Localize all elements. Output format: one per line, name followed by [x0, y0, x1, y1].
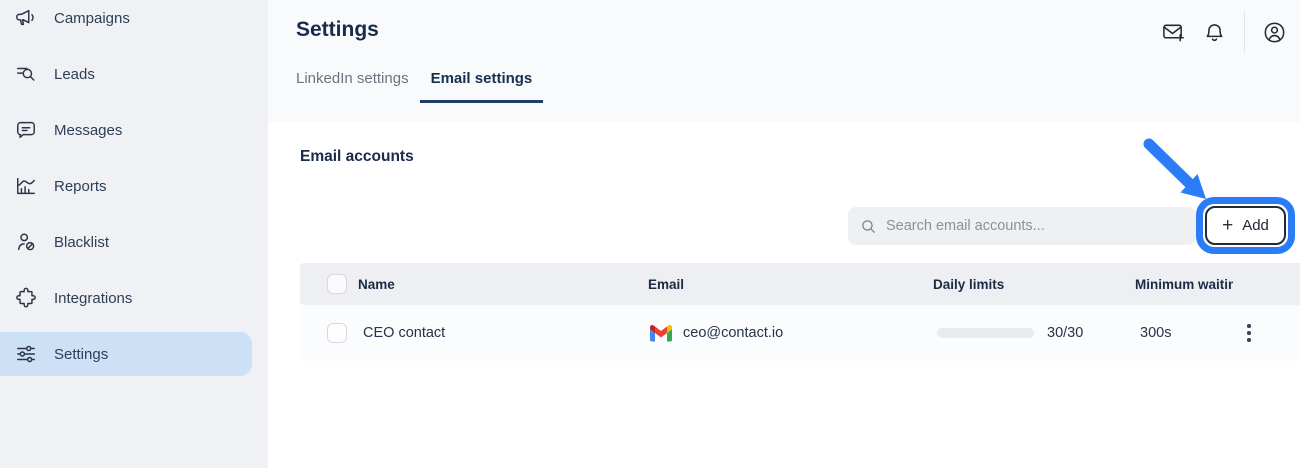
search-icon — [860, 218, 877, 235]
daily-limit-progress — [937, 305, 1034, 361]
kebab-menu-icon[interactable] — [1241, 321, 1257, 345]
search-input[interactable] — [886, 218, 1184, 234]
sliders-icon — [15, 343, 37, 365]
header-actions — [1162, 13, 1286, 51]
mail-plus-icon[interactable] — [1162, 21, 1185, 44]
email-accounts-table: Name Email Daily limits Minimum waiting … — [300, 263, 1300, 361]
daily-limit-value: 30/30 — [1047, 305, 1083, 361]
table-header-row: Name Email Daily limits Minimum waiting — [300, 263, 1300, 305]
section-title: Email accounts — [300, 148, 414, 166]
sidebar-item-label: Leads — [54, 66, 95, 83]
add-email-account-button[interactable]: + Add — [1205, 206, 1286, 245]
chart-icon — [15, 175, 37, 197]
lead-search-icon — [15, 63, 37, 85]
annotation-highlight-box: + Add — [1196, 197, 1295, 254]
email-address: ceo@contact.io — [683, 325, 783, 341]
sidebar-item-label: Settings — [54, 346, 108, 363]
sidebar-item-leads[interactable]: Leads — [0, 52, 252, 96]
sidebar-item-campaigns[interactable]: Campaigns — [0, 0, 252, 40]
puzzle-icon — [15, 287, 37, 309]
sidebar-item-label: Blacklist — [54, 234, 109, 251]
sidebar-item-settings[interactable]: Settings — [0, 332, 252, 376]
column-header-name: Name — [358, 263, 395, 305]
select-all-checkbox[interactable] — [327, 263, 347, 305]
app-root: Campaigns Leads Messages Reports — [0, 0, 1300, 468]
column-header-email: Email — [648, 263, 684, 305]
sidebar-item-integrations[interactable]: Integrations — [0, 276, 252, 320]
chat-icon — [15, 119, 37, 141]
column-header-daily-limits: Daily limits — [933, 263, 1004, 305]
sidebar-nav: Campaigns Leads Messages Reports — [0, 0, 252, 388]
email-settings-panel: Email accounts + Add — [268, 122, 1300, 468]
sidebar-item-reports[interactable]: Reports — [0, 164, 252, 208]
sidebar: Campaigns Leads Messages Reports — [0, 0, 268, 468]
sidebar-item-label: Messages — [54, 122, 122, 139]
plus-icon: + — [1222, 216, 1233, 235]
main-area: Settings LinkedIn settings Email setting… — [268, 0, 1300, 468]
settings-tabs: LinkedIn settings Email settings — [285, 70, 543, 103]
table-row: CEO contact ceo@contact.io — [300, 305, 1300, 361]
row-checkbox[interactable] — [327, 305, 347, 361]
row-actions — [1241, 305, 1257, 361]
sidebar-item-blacklist[interactable]: Blacklist — [0, 220, 252, 264]
user-avatar-icon[interactable] — [1263, 21, 1286, 44]
sidebar-item-label: Integrations — [54, 290, 132, 307]
sidebar-item-messages[interactable]: Messages — [0, 108, 252, 152]
account-name: CEO contact — [363, 305, 445, 361]
tab-linkedin-settings[interactable]: LinkedIn settings — [285, 70, 420, 103]
minimum-waiting-value: 300s — [1140, 305, 1171, 361]
tab-email-settings[interactable]: Email settings — [420, 70, 544, 103]
gmail-icon — [650, 325, 672, 342]
bell-icon[interactable] — [1203, 21, 1226, 44]
page-header: Settings LinkedIn settings Email setting… — [268, 0, 1300, 122]
sidebar-item-label: Campaigns — [54, 10, 130, 27]
search-email-accounts — [848, 207, 1196, 245]
account-email: ceo@contact.io — [650, 305, 783, 361]
header-divider — [1244, 12, 1245, 52]
megaphone-icon — [15, 7, 37, 29]
page-title: Settings — [296, 18, 379, 42]
sidebar-item-label: Reports — [54, 178, 107, 195]
user-block-icon — [15, 231, 37, 253]
column-header-minimum-waiting: Minimum waiting — [1135, 263, 1233, 305]
